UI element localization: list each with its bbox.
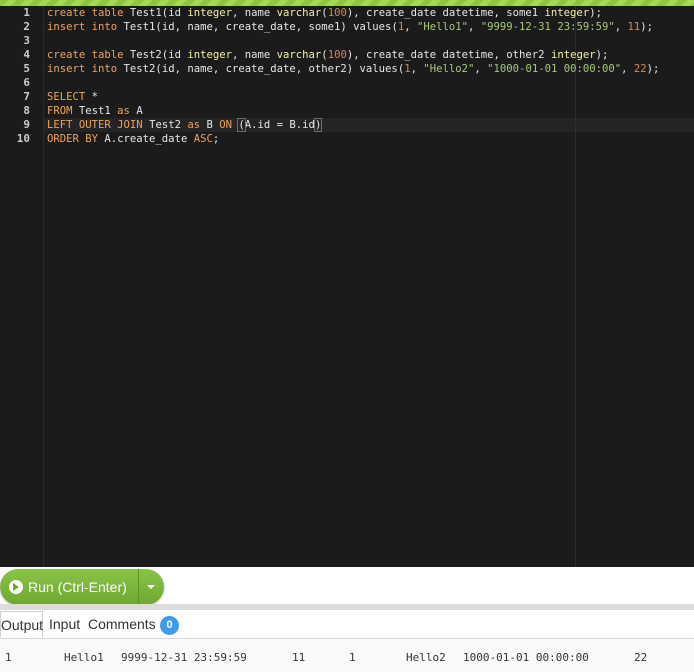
tab-comments[interactable]: Comments [88, 611, 156, 638]
code-token: A.create_date [104, 133, 194, 145]
code-token: varchar [276, 49, 322, 61]
tab-output[interactable]: Output [0, 611, 43, 638]
code-token: 100 [327, 7, 347, 19]
code-token: SELECT [47, 91, 92, 103]
code-line: ORDER BY A.create_date ASC; [47, 132, 219, 146]
line-number: 5 [23, 62, 30, 75]
code-token: "9999-12-31 23:59:59" [480, 21, 615, 33]
code-token: Test1(id, name, create_date, some1) [123, 21, 354, 33]
code-token: , [468, 21, 481, 33]
code-token: create table [47, 49, 130, 61]
code-token: , [404, 21, 417, 33]
code-token: ); [646, 63, 660, 75]
code-token: integer [187, 49, 232, 61]
line-number: 9 [23, 118, 30, 131]
line-number: 3 [23, 34, 30, 47]
print-margin [575, 6, 576, 567]
line-number: 2 [23, 20, 30, 33]
code-token: , name [231, 49, 277, 61]
code-token: 100 [327, 49, 347, 61]
output-cell: 11 [292, 651, 306, 664]
line-number: 7 [23, 90, 30, 103]
output-panel: 1 Hello1 9999-12-31 23:59:59 11 1 Hello2 1000-… [0, 639, 694, 672]
panel-separator[interactable] [0, 604, 694, 610]
code-token: ; [212, 133, 220, 145]
code-token: ORDER BY [47, 133, 105, 145]
code-line: FROM Test1 as A [47, 104, 143, 118]
toolbar: Run (Ctrl-Enter) [0, 567, 694, 609]
play-circle-icon [9, 580, 23, 594]
output-cell: Hello1 [64, 651, 104, 664]
code-token: ); [640, 21, 654, 33]
code-line: create table Test2(id integer, name varc… [47, 48, 608, 62]
line-number: 4 [23, 48, 30, 61]
code-token: 11 [627, 21, 641, 33]
code-token: ), create_date datetime, some1 [346, 7, 545, 19]
code-token: "Hello2" [423, 63, 475, 75]
code-token: B [206, 119, 220, 131]
output-cell: 9999-12-31 23:59:59 [121, 651, 247, 664]
code-token: Test1 [78, 105, 118, 117]
code-token: FROM [47, 105, 79, 117]
code-token: integer [544, 7, 590, 19]
code-token: values [359, 63, 398, 75]
code-token: , [621, 63, 634, 75]
code-editor[interactable]: 1 2 3 4 5 6 7 8 9 10 create table Test1(id intege… [0, 6, 694, 567]
caret-down-icon[interactable] [139, 569, 164, 605]
code-token: , [410, 63, 424, 75]
code-token: Test1(id [129, 7, 188, 19]
output-cell: 1 [5, 651, 12, 664]
code-token: Test2(id, name, create_date, other2) [123, 63, 360, 75]
code-token: ASC [193, 133, 213, 145]
code-token: Test2(id [129, 49, 188, 61]
output-cell: 1000-01-01 00:00:00 [463, 651, 589, 664]
code-token: ON [219, 119, 239, 131]
code-line: insert into Test1(id, name, create_date,… [47, 20, 653, 34]
line-number-gutter: 1 2 3 4 5 6 7 8 9 10 [0, 6, 44, 567]
code-line: create table Test1(id integer, name varc… [47, 6, 602, 20]
code-token: 22 [633, 63, 647, 75]
code-token: , [614, 21, 628, 33]
code-token: "Hello1" [416, 21, 469, 33]
line-number: 6 [23, 76, 30, 89]
code-token: as [187, 119, 207, 131]
code-token: as [117, 105, 137, 117]
code-line: insert into Test2(id, name, create_date,… [47, 62, 659, 76]
code-token: , name [231, 7, 277, 19]
code-token: ), create_date datetime, other2 [346, 49, 551, 61]
code-token: insert into [47, 21, 124, 33]
code-line: SELECT * [47, 90, 98, 104]
code-token: integer [550, 49, 596, 61]
output-cell: 22 [634, 651, 648, 664]
output-cell: Hello2 [406, 651, 446, 664]
code-token: values [353, 21, 392, 33]
code-line: LEFT OUTER JOIN Test2 as B ON (A.id = B.… [47, 118, 323, 132]
line-number: 10 [16, 132, 30, 145]
code-token: Test2 [149, 119, 188, 131]
code-token: create table [47, 7, 130, 19]
comments-count-badge: 0 [160, 616, 179, 635]
code-token: ); [589, 7, 602, 19]
code-token: * [91, 91, 99, 103]
output-cell: 1 [349, 651, 356, 664]
code-token: , [474, 63, 488, 75]
code-token: insert into [47, 63, 124, 75]
code-token: "1000-01-01 00:00:00" [487, 63, 622, 75]
code-token: ); [595, 49, 609, 61]
code-token: varchar [276, 7, 322, 19]
output-tabs: Output Input Comments 0 [0, 611, 694, 639]
run-button-label: Run (Ctrl-Enter) [28, 579, 127, 595]
tab-input[interactable]: Input [49, 611, 80, 638]
code-token: A [136, 105, 143, 117]
code-token: LEFT OUTER JOIN [47, 119, 150, 131]
line-number: 8 [23, 104, 30, 117]
run-button[interactable]: Run (Ctrl-Enter) [0, 569, 138, 605]
code-token: integer [187, 7, 232, 19]
code-token: ) [313, 118, 323, 132]
run-button-group: Run (Ctrl-Enter) [0, 569, 164, 605]
line-number: 1 [23, 6, 30, 19]
code-token: A.id = B.id [244, 119, 315, 131]
